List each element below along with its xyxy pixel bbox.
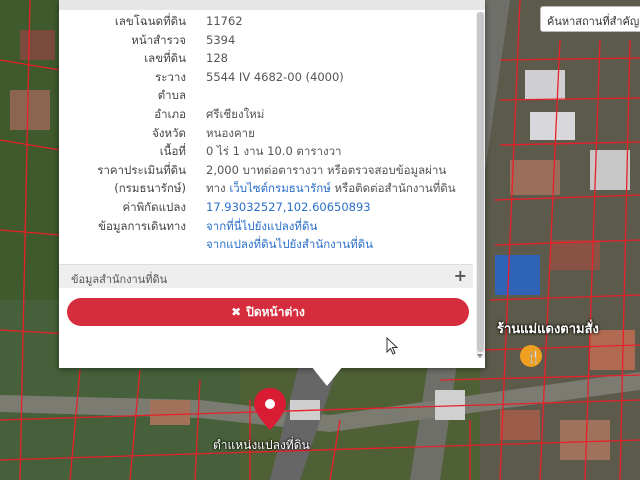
field-row-survey-page: หน้าสำรวจ 5394: [59, 31, 479, 50]
popup-scrollbar[interactable]: [476, 12, 485, 358]
field-value: 128: [206, 51, 228, 66]
field-label: ระวาง: [155, 69, 186, 84]
text-prefix: ทาง: [206, 181, 230, 196]
section-title: ข้อมูลสำนักงานที่ดิน: [71, 273, 168, 286]
coordinates-link[interactable]: 17.93032527,102.60650893: [206, 198, 371, 217]
field-value: 11762: [206, 14, 243, 28]
close-button-label: ปิดหน้าต่าง: [246, 305, 305, 319]
close-icon: ✖: [231, 305, 242, 319]
field-row-directions-office: จากแปลงที่ดินไปยังสำนักงานที่ดิน: [59, 235, 479, 254]
field-value: หนองคาย: [206, 125, 255, 140]
field-label: เนื้อที่: [159, 144, 186, 159]
field-row-coordinates: ค่าพิกัดแปลง 17.93032527,102.60650893: [59, 198, 479, 217]
field-label: (กรมธนารักษ์): [114, 181, 186, 196]
scrollbar-thumb[interactable]: [477, 12, 484, 352]
field-label: หน้าสำรวจ: [131, 32, 186, 47]
field-value: 5394: [206, 32, 236, 47]
expand-plus-icon[interactable]: +: [454, 266, 467, 285]
field-label-empty: [59, 235, 206, 254]
parcel-marker-label: ตำแหน่งแปลงที่ดิน: [213, 438, 310, 452]
field-row-district: อำเภอ ศรีเชียงใหม่: [59, 105, 479, 124]
field-value: 2,000 บาทต่อตารางวา หรือตรวจสอบข้อมูลผ่า…: [206, 162, 447, 177]
place-search-input[interactable]: ค้นหาสถานที่สำคัญ: [540, 6, 640, 32]
parcel-info-popup: เลขโฉนดที่ดิน 11762 หน้าสำรวจ 5394 เลขที…: [59, 0, 485, 386]
field-label: เลขที่ดิน: [144, 51, 186, 66]
text-suffix: หรือติดต่อสำนักงานที่ดิน: [330, 181, 456, 196]
land-office-section-toggle[interactable]: ข้อมูลสำนักงานที่ดิน +: [59, 264, 473, 288]
field-label: ราคาประเมินที่ดิน: [97, 162, 186, 177]
field-label: ตำบล: [157, 88, 186, 103]
field-label: จังหวัด: [152, 125, 186, 140]
field-row-appraisal-cont: (กรมธนารักษ์) ทาง เว็บไซต์กรมธนารักษ์ หร…: [59, 179, 479, 198]
field-row-area: เนื้อที่ 0 ไร่ 1 งาน 10.0 ตารางวา: [59, 142, 479, 161]
scroll-down-arrow-icon[interactable]: [477, 354, 483, 358]
field-value: ทาง เว็บไซต์กรมธนารักษ์ หรือติดต่อสำนักง…: [206, 179, 456, 198]
mouse-cursor-icon: [386, 337, 399, 355]
field-value: 5544 IV 4682-00 (4000): [206, 69, 344, 84]
field-row-subdistrict: ตำบล: [59, 86, 479, 105]
field-label: ค่าพิกัดแปลง: [122, 199, 186, 214]
field-value: 0 ไร่ 1 งาน 10.0 ตารางวา: [206, 144, 342, 159]
field-row-directions: ข้อมูลการเดินทาง จากที่นี่ไปยังแปลงที่ดิ…: [59, 217, 479, 236]
field-label: อำเภอ: [154, 106, 186, 121]
field-label: ข้อมูลการเดินทาง: [98, 218, 186, 233]
field-value: ศรีเชียงใหม่: [206, 106, 265, 121]
field-row-deed-number: เลขโฉนดที่ดิน 11762: [59, 12, 479, 31]
field-row-province: จังหวัด หนองคาย: [59, 124, 479, 143]
svg-text:🍴: 🍴: [526, 350, 541, 364]
popup-header-strip: [59, 0, 485, 10]
field-label: เลขโฉนดที่ดิน: [114, 14, 186, 28]
field-row-land-number: เลขที่ดิน 128: [59, 49, 479, 68]
popup-pointer-tail: [311, 366, 343, 386]
field-row-appraisal: ราคาประเมินที่ดิน 2,000 บาทต่อตารางวา หร…: [59, 161, 479, 180]
treasury-website-link[interactable]: เว็บไซต์กรมธนารักษ์: [229, 181, 331, 195]
directions-to-parcel-link[interactable]: จากที่นี่ไปยังแปลงที่ดิน: [206, 217, 317, 236]
poi-label: ร้านแม่แดงตามสั่ง: [497, 322, 599, 337]
close-window-button[interactable]: ✖ ปิดหน้าต่าง: [67, 298, 469, 326]
field-row-map-sheet: ระวาง 5544 IV 4682-00 (4000): [59, 68, 479, 87]
parcel-info-table: เลขโฉนดที่ดิน 11762 หน้าสำรวจ 5394 เลขที…: [59, 12, 479, 254]
directions-to-office-link[interactable]: จากแปลงที่ดินไปยังสำนักงานที่ดิน: [206, 235, 373, 254]
